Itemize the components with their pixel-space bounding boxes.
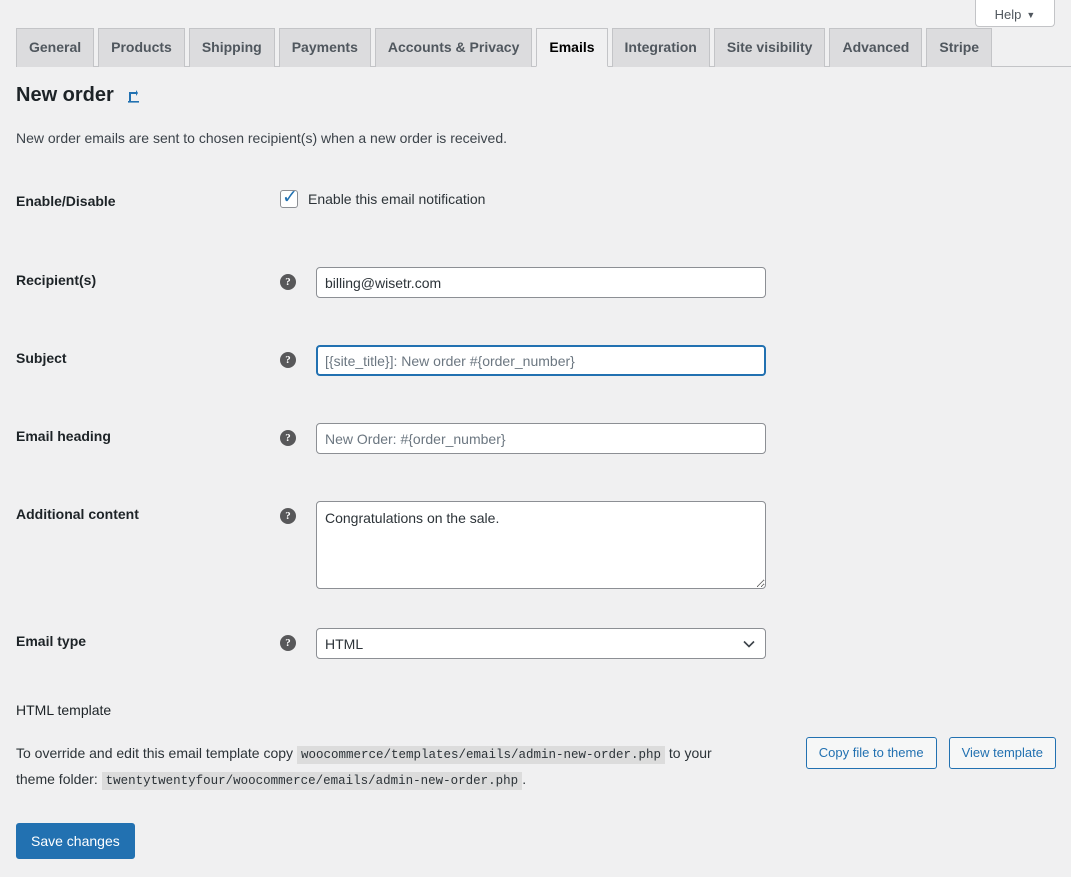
tpl-text-before: To override and edit this email template…: [16, 745, 294, 761]
help-tab[interactable]: Help ▼: [975, 0, 1055, 27]
row-recipients: Recipient(s) ?: [16, 267, 1056, 298]
tpl-path-source: woocommerce/templates/emails/admin-new-o…: [296, 746, 665, 764]
field-additional-content: ?: [280, 501, 766, 589]
label-subject: Subject: [16, 350, 67, 366]
settings-page: Help ▼ General Products Shipping Payment…: [0, 0, 1071, 877]
label-email-type: Email type: [16, 633, 87, 649]
question-mark-icon-subject[interactable]: ?: [280, 352, 296, 368]
tab-integration[interactable]: Integration: [611, 28, 710, 67]
tab-stripe[interactable]: Stripe: [926, 28, 993, 67]
field-enable-disable: ✓ Enable this email notification: [280, 188, 485, 208]
view-template-button[interactable]: View template: [948, 737, 1056, 769]
field-subject: ?: [280, 345, 766, 376]
additional-content-textarea[interactable]: [316, 501, 766, 589]
page-description: New order emails are sent to chosen reci…: [16, 130, 508, 146]
html-template-actions: Copy file to theme View template: [805, 737, 1056, 769]
label-additional-content: Additional content: [16, 506, 139, 522]
field-email-heading: ?: [280, 423, 766, 454]
question-mark-icon-additional-content[interactable]: ?: [280, 508, 296, 524]
tab-general[interactable]: General: [16, 28, 95, 67]
question-mark-icon-recipients[interactable]: ?: [280, 274, 296, 290]
chevron-down-icon: ▼: [1026, 10, 1036, 20]
enable-checkbox-group[interactable]: ✓ Enable this email notification: [280, 188, 485, 208]
row-email-heading: Email heading ?: [16, 423, 1056, 454]
save-changes-button[interactable]: Save changes: [16, 823, 135, 859]
help-tab-label: Help: [994, 7, 1022, 22]
page-header: New order: [16, 84, 142, 107]
copy-file-to-theme-button[interactable]: Copy file to theme: [805, 737, 937, 769]
tpl-text-after: .: [522, 771, 527, 787]
question-mark-icon-email-heading[interactable]: ?: [280, 430, 296, 446]
row-subject: Subject ?: [16, 345, 1056, 376]
page-title: New order: [16, 84, 114, 106]
tab-advanced[interactable]: Advanced: [829, 28, 923, 67]
label-recipients: Recipient(s): [16, 272, 97, 288]
question-mark-icon-email-type[interactable]: ?: [280, 635, 296, 651]
row-email-type: Email type ? HTML: [16, 628, 1056, 659]
subject-input[interactable]: [316, 345, 766, 376]
email-type-select[interactable]: HTML: [316, 628, 766, 659]
email-type-select-wrapper: HTML: [316, 628, 766, 659]
tab-products[interactable]: Products: [98, 28, 185, 67]
tab-payments[interactable]: Payments: [278, 28, 371, 67]
tab-site-visibility[interactable]: Site visibility: [713, 28, 826, 67]
enable-email-checkbox[interactable]: ✓: [280, 187, 298, 208]
tpl-path-theme: twentytwentyfour/woocommerce/emails/admi…: [101, 772, 523, 790]
label-email-heading: Email heading: [16, 428, 111, 444]
enable-checkbox-label[interactable]: Enable this email notification: [308, 191, 485, 207]
settings-tab-bar: General Products Shipping Payments Accou…: [16, 27, 1071, 67]
row-enable-disable: Enable/Disable ✓ Enable this email notif…: [16, 188, 1056, 209]
tab-emails[interactable]: Emails: [536, 28, 608, 67]
recipients-input[interactable]: [316, 267, 766, 298]
tab-accounts-privacy[interactable]: Accounts & Privacy: [374, 28, 533, 67]
return-arrow-icon[interactable]: [126, 88, 142, 104]
checkmark-icon: ✓: [282, 187, 298, 208]
email-heading-input[interactable]: [316, 423, 766, 454]
field-recipients: ?: [280, 267, 766, 298]
row-additional-content: Additional content ?: [16, 501, 1056, 589]
label-enable-disable: Enable/Disable: [16, 193, 116, 209]
html-template-description: To override and edit this email template…: [16, 741, 736, 793]
html-template-heading: HTML template: [16, 702, 112, 718]
field-email-type: ? HTML: [280, 628, 766, 659]
tab-shipping[interactable]: Shipping: [188, 28, 275, 67]
